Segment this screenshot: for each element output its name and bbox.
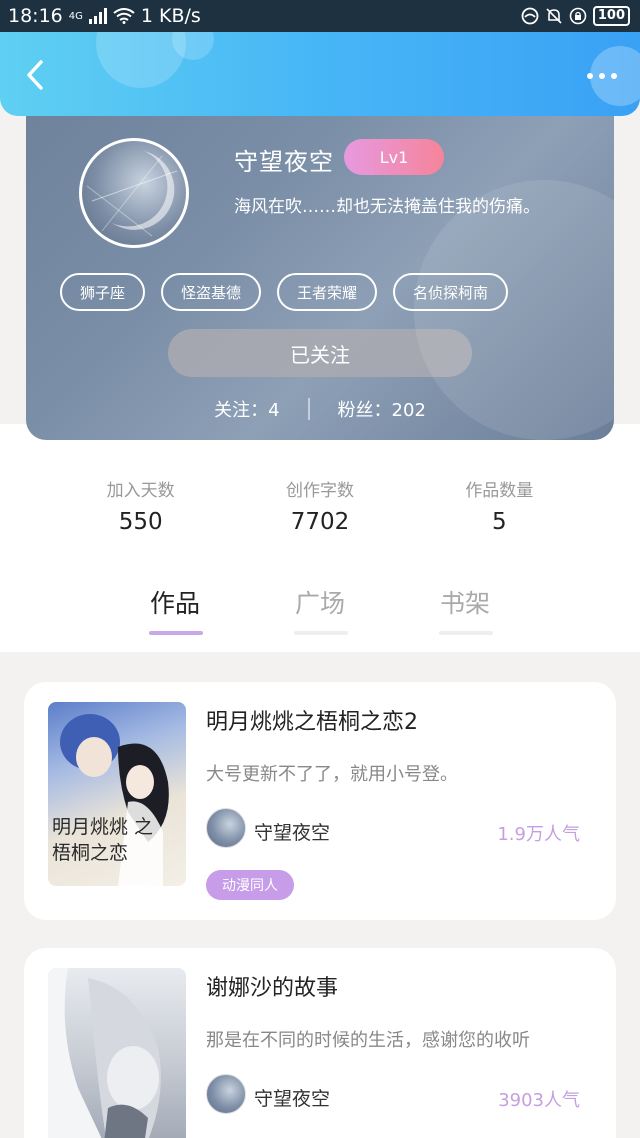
tab-square[interactable]: 广场 [280,584,360,620]
stat-value: 7702 [290,509,350,535]
avatar[interactable] [79,138,189,248]
status-time: 18:16 [8,5,63,27]
author-name[interactable]: 守望夜空 [254,1084,330,1111]
tab-indicator [439,631,493,635]
user-tag[interactable]: 名侦探柯南 [393,273,509,311]
header-bar [0,32,640,116]
stat-label: 创作字数 [285,481,354,501]
author-avatar[interactable] [206,808,246,848]
level-badge: Lv1 [344,139,444,175]
follow-button[interactable]: 已关注 [168,329,472,377]
more-dots-icon [587,73,593,79]
wifi-icon [113,8,135,24]
followers-count[interactable]: 粉丝：202 [338,396,426,422]
battery-icon: 100 [592,6,630,26]
chevron-left-icon [27,60,43,90]
data-saver-icon [521,7,539,25]
user-tag[interactable]: 王者荣耀 [277,273,378,311]
cover-title-text: 明月烑烑 之梧桐之恋 [52,816,154,864]
tab-indicator [149,631,203,635]
lock-rotation-icon [569,7,587,25]
work-description: 大号更新不了了，就用小号登。 [206,764,458,785]
more-button[interactable] [582,68,622,84]
mute-bell-icon [546,8,562,24]
work-title[interactable]: 谢娜沙的故事 [206,970,338,1002]
stat-words: 创作字数 7702 [230,440,409,564]
popularity-count: 3903人气 [498,1090,580,1111]
user-tag[interactable]: 怪盗基德 [161,273,262,311]
work-title[interactable]: 明月烑烑之梧桐之恋2 [206,704,418,736]
stat-label: 加入天数 [106,481,175,501]
popularity-count: 1.9万人气 [497,824,580,845]
tab-indicator [294,631,348,635]
divider [307,398,310,420]
work-cover[interactable] [48,968,186,1138]
tab-works[interactable]: 作品 [135,584,215,620]
author-avatar[interactable] [206,1074,246,1114]
tab-bar: 作品 广场 书架 [0,424,640,652]
stat-works: 作品数量 5 [410,440,589,564]
follow-stats: 关注：4 粉丝：202 [26,396,614,422]
work-cover[interactable]: 明月烑烑 之梧桐之恋 [48,702,186,886]
stat-value: 5 [492,509,507,535]
stat-value: 550 [118,509,163,535]
profile-card: 守望夜空 Lv1 海风在吹……却也无法掩盖住我的伤痛。 狮子座 怪盗基德 王者荣… [26,100,614,440]
work-card[interactable]: 谢娜沙的故事 那是在不同的时候的生活，感谢您的收听 守望夜空 3903人气 [24,948,616,1138]
stats-card: 加入天数 550 创作字数 7702 作品数量 5 [51,440,589,564]
tab-bookshelf[interactable]: 书架 [425,584,505,620]
network-speed: 1 KB/s [140,5,201,27]
network-label: 4G [68,10,83,22]
work-description: 那是在不同的时候的生活，感谢您的收听 [206,1030,530,1051]
work-card[interactable]: 明月烑烑 之梧桐之恋 明月烑烑之梧桐之恋2 大号更新不了了，就用小号登。 守望夜… [24,682,616,920]
user-tags: 狮子座 怪盗基德 王者荣耀 名侦探柯南 [60,273,509,311]
status-bar: 18:16 4G 1 KB/s 100 [0,0,640,32]
following-count[interactable]: 关注：4 [214,396,279,422]
back-button[interactable] [20,60,50,90]
user-signature: 海风在吹……却也无法掩盖住我的伤痛。 [234,197,540,217]
user-tag[interactable]: 狮子座 [60,273,146,311]
stat-label: 作品数量 [465,481,534,501]
genre-tag[interactable]: 动漫同人 [206,870,294,900]
author-name[interactable]: 守望夜空 [254,818,330,845]
signal-icon [88,8,107,24]
stat-days: 加入天数 550 [51,440,230,564]
username: 守望夜空 [234,148,334,176]
